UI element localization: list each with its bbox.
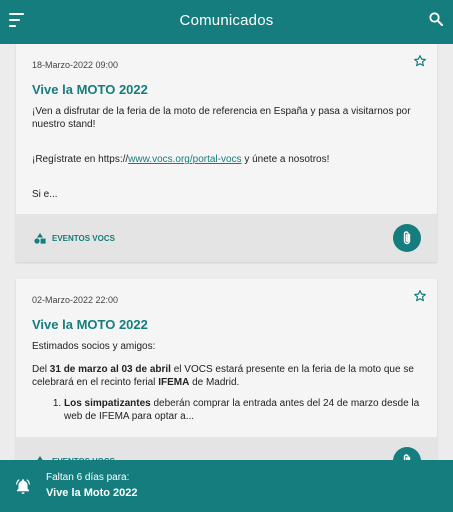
text-bold: Los simpatizantes <box>64 398 151 409</box>
post-paragraph: Estimados socios y amigos: <box>32 341 156 352</box>
star-icon[interactable] <box>413 54 427 68</box>
text: de Madrid. <box>189 377 240 388</box>
text-bold: IFEMA <box>158 377 190 388</box>
post-footer: EVENTOS VOCS <box>16 214 437 262</box>
attachment-button[interactable] <box>393 224 421 252</box>
post-paragraph: ¡Regístrate en https://www.vocs.org/port… <box>32 153 421 166</box>
app-bar: Comunicados <box>0 0 453 44</box>
post-paragraph: Si e... <box>32 189 58 200</box>
paperclip-icon <box>403 231 411 245</box>
star-icon[interactable] <box>413 289 427 303</box>
countdown-event: Vive la Moto 2022 <box>46 487 138 499</box>
post-card[interactable]: 18-Marzo-2022 09:00 Vive la MOTO 2022 ¡V… <box>16 44 437 262</box>
text: ¡Regístrate en https:// <box>32 154 129 165</box>
category-tag[interactable]: EVENTOS VOCS <box>34 233 115 244</box>
text-bold: 31 de marzo al 03 de abril <box>49 364 171 375</box>
post-paragraph: ¡Ven a disfrutar de la feria de la moto … <box>32 106 411 130</box>
countdown-banner[interactable]: Faltan 6 días para: Vive la Moto 2022 <box>0 460 453 512</box>
page-title: Comunicados <box>179 12 274 29</box>
text: Del <box>32 364 50 375</box>
bell-icon <box>16 479 30 494</box>
countdown-text: Faltan 6 días para: <box>46 472 130 483</box>
post-list: Los simpatizantes deberán comprar la ent… <box>32 397 421 423</box>
list-item: Los simpatizantes deberán comprar la ent… <box>64 397 421 423</box>
post-date: 18-Marzo-2022 09:00 <box>32 60 119 70</box>
portal-link[interactable]: www.vocs.org/portal-vocs <box>128 154 241 165</box>
post-title[interactable]: Vive la MOTO 2022 <box>32 82 421 97</box>
text: y únete a nosotros! <box>241 154 330 165</box>
post-date: 02-Marzo-2022 22:00 <box>32 295 119 305</box>
category-shapes-icon <box>34 233 46 244</box>
post-paragraph: Del 31 de marzo al 03 de abril el VOCS e… <box>32 363 421 389</box>
post-title[interactable]: Vive la MOTO 2022 <box>32 317 421 332</box>
category-label: EVENTOS VOCS <box>52 234 115 243</box>
search-icon[interactable] <box>429 12 443 26</box>
post-card[interactable]: 02-Marzo-2022 22:00 Vive la MOTO 2022 Es… <box>16 279 437 479</box>
